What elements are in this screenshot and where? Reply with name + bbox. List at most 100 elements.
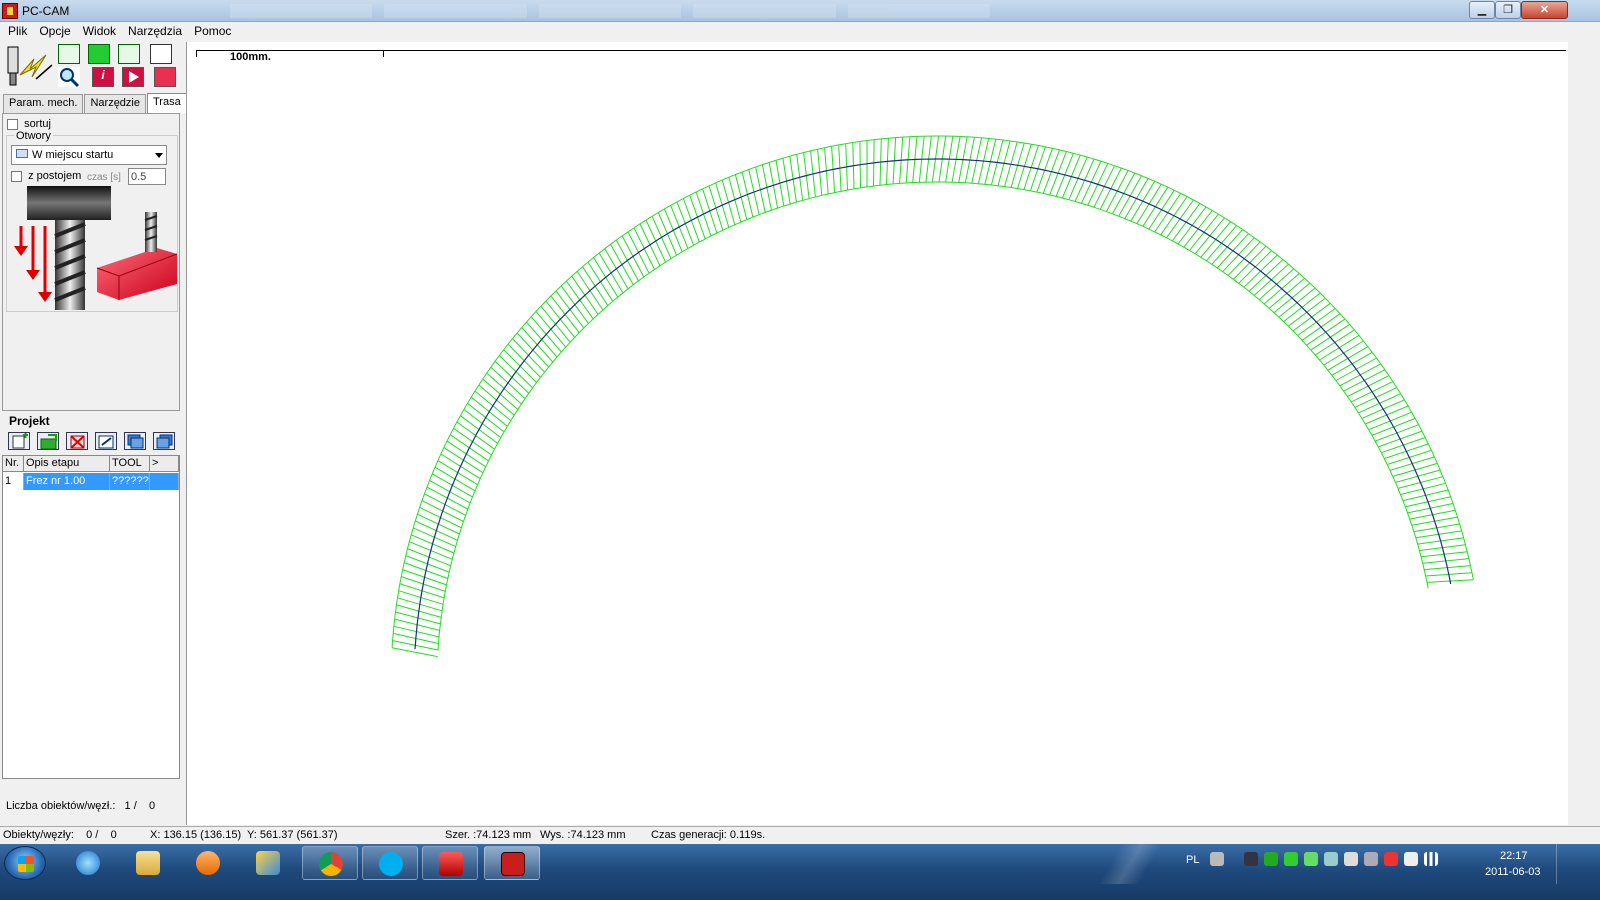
play-icon[interactable] xyxy=(122,67,144,87)
col-nr[interactable]: Nr. xyxy=(3,456,24,472)
projekt-table: Nr. Opis etapu TOOL > 1 Frez nr 1.00 ???… xyxy=(2,455,180,779)
view-3d-wire-icon[interactable] xyxy=(58,44,80,64)
menu-pomoc[interactable]: Pomoc xyxy=(188,22,237,40)
background-window-tabs xyxy=(230,4,991,18)
ruler-tick-start xyxy=(196,50,197,57)
otwory-select[interactable]: W miejscu startu xyxy=(11,145,167,165)
view-ortho-icon[interactable] xyxy=(150,44,172,64)
keyboard-icon[interactable] xyxy=(1210,852,1224,866)
drawing-canvas[interactable] xyxy=(186,42,1568,825)
open-stage-icon[interactable] xyxy=(37,432,59,450)
maximize-button[interactable]: ❐ xyxy=(1495,1,1521,19)
offset-outer-arc xyxy=(391,135,1474,648)
info-icon[interactable]: i xyxy=(92,67,114,87)
status-gen-time: Czas generacji: 0.119s. xyxy=(651,829,766,841)
clock-date[interactable]: 2011-06-03 xyxy=(1485,866,1540,878)
network-icon[interactable] xyxy=(1324,852,1338,866)
taskbar: PL 22:17 2011-06-03 xyxy=(0,844,1600,900)
generate-toolpath-icon[interactable] xyxy=(6,45,56,89)
row-more xyxy=(150,473,179,490)
main-toolbar: i xyxy=(4,43,182,91)
menu-widok[interactable]: Widok xyxy=(77,22,122,40)
show-desktop-button[interactable] xyxy=(1556,844,1566,884)
taskbar-ie[interactable] xyxy=(60,846,116,880)
volume-icon[interactable] xyxy=(1344,852,1358,866)
webcam-icon[interactable] xyxy=(1244,852,1258,866)
czas-label: czas [s] xyxy=(87,172,121,183)
zoom-icon[interactable] xyxy=(58,67,80,88)
row-opis: Frez nr 1.00 xyxy=(24,473,110,490)
skype-icon xyxy=(379,852,403,876)
sortuj-checkbox[interactable] xyxy=(7,118,18,130)
object-count: Liczba obiektów/węzł.: 1 / 0 xyxy=(6,800,155,812)
drill-illustration xyxy=(14,186,177,310)
ie-icon xyxy=(76,851,100,875)
taskbar-chrome[interactable] xyxy=(302,846,358,880)
menu-narzedzia[interactable]: Narzędzia xyxy=(122,22,188,40)
ovi-icon[interactable] xyxy=(1264,852,1278,866)
chrome-icon xyxy=(319,852,343,876)
minimize-button[interactable]: ▁ xyxy=(1469,1,1495,19)
shield-icon[interactable] xyxy=(1284,852,1298,866)
title-bar: PC-CAM ▁ ❐ ✕ xyxy=(0,0,1600,22)
status-width: Szer. :74.123 mm xyxy=(445,829,532,841)
status-height: Wys. :74.123 mm xyxy=(540,829,626,841)
window-title: PC-CAM xyxy=(22,4,70,18)
offset-hatch xyxy=(392,135,1474,658)
media-player-icon xyxy=(196,851,220,875)
view-3d-solid-icon[interactable] xyxy=(88,44,110,64)
delete-stage-icon[interactable] xyxy=(66,432,88,450)
app-icon xyxy=(2,3,18,19)
language-indicator[interactable]: PL xyxy=(1186,854,1199,866)
folder-icon xyxy=(136,851,160,875)
czas-input[interactable] xyxy=(128,168,166,185)
display-icon[interactable] xyxy=(1364,852,1378,866)
monitor-icon xyxy=(16,149,28,158)
ruler-tick-100 xyxy=(383,50,384,57)
col-more[interactable]: > xyxy=(150,456,179,472)
signal-icon[interactable] xyxy=(1424,852,1438,866)
tab-narzedzie[interactable]: Narzędzie xyxy=(84,94,146,113)
object-count-label: Liczba obiektów/węzł.: xyxy=(6,800,116,812)
stack-down-icon[interactable] xyxy=(124,432,146,450)
postoj-label: z postojem xyxy=(28,170,82,182)
taskbar-media-player[interactable] xyxy=(180,846,236,880)
scale-ruler xyxy=(196,50,1566,58)
taskbar-pc-cam[interactable] xyxy=(484,846,540,880)
taskbar-explorer[interactable] xyxy=(120,846,176,880)
sortuj-row: sortuj xyxy=(7,118,51,130)
action-center-icon[interactable] xyxy=(1384,852,1398,866)
sync-icon[interactable] xyxy=(1304,852,1318,866)
new-stage-icon[interactable] xyxy=(8,432,30,450)
menu-opcje[interactable]: Opcje xyxy=(33,22,76,40)
chevron-down-icon xyxy=(155,153,163,158)
otwory-label: Otwory xyxy=(14,130,53,142)
stack-up-icon[interactable] xyxy=(153,432,175,450)
status-y: Y: 561.37 (561.37) xyxy=(247,829,338,841)
object-count-value: 1 / 0 xyxy=(124,800,156,812)
view-3d-side-icon[interactable] xyxy=(118,44,140,64)
taskbar-skype[interactable] xyxy=(362,846,418,880)
taskbar-paint[interactable] xyxy=(240,846,296,880)
col-opis[interactable]: Opis etapu xyxy=(24,456,110,472)
toolpath-drawing xyxy=(391,135,1474,658)
otwory-select-value: W miejscu startu xyxy=(32,149,114,161)
edit-stage-icon[interactable] xyxy=(95,432,117,450)
col-tool[interactable]: TOOL xyxy=(110,456,150,472)
close-button[interactable]: ✕ xyxy=(1521,1,1568,19)
start-button[interactable] xyxy=(4,846,46,880)
export-gcode-icon[interactable] xyxy=(154,67,176,87)
tab-trasa[interactable]: Trasa xyxy=(147,93,187,113)
menu-plik[interactable]: Plik xyxy=(2,22,33,40)
postoj-row: z postojem xyxy=(11,170,81,182)
pc-cam-icon xyxy=(501,852,525,876)
usb-icon[interactable] xyxy=(1404,852,1418,866)
paint-icon xyxy=(256,851,280,875)
trasa-panel: sortuj Otwory W miejscu startu z postoje… xyxy=(2,113,180,411)
postoj-checkbox[interactable] xyxy=(11,170,22,182)
taskbar-autocad[interactable] xyxy=(422,846,478,880)
tab-param-mech[interactable]: Param. mech. xyxy=(3,94,84,113)
clock-time[interactable]: 22:17 xyxy=(1500,850,1528,862)
table-row[interactable]: 1 Frez nr 1.00 ?????? xyxy=(3,473,179,490)
autocad-icon xyxy=(439,852,463,876)
